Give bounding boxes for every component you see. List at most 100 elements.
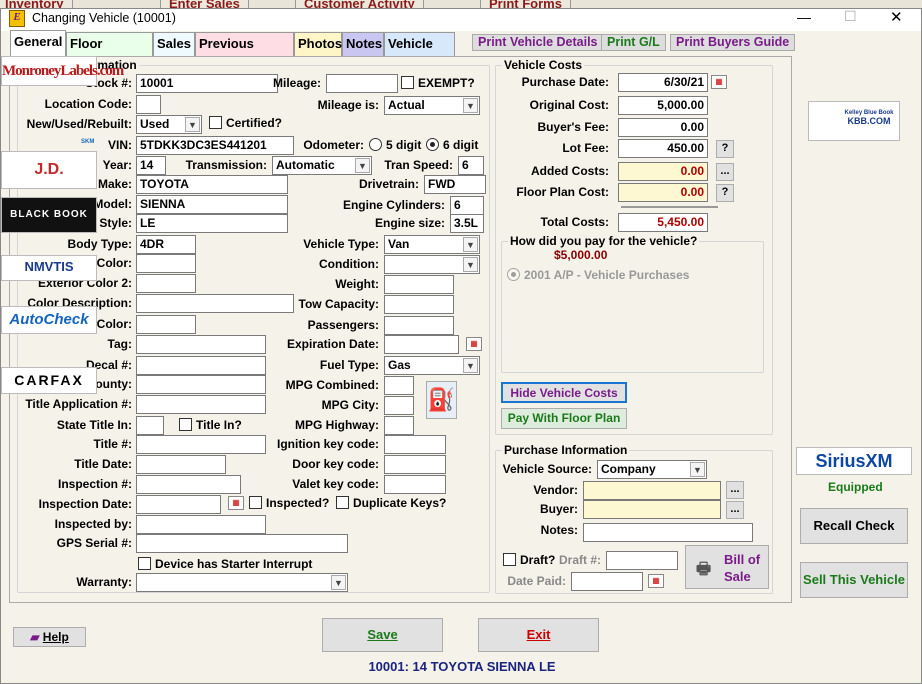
- chevron-down-icon[interactable]: ▼: [463, 358, 478, 373]
- total-field[interactable]: 5,450.00: [618, 213, 708, 232]
- vehicle-type-select[interactable]: Van ▼: [384, 235, 480, 254]
- print-button-0[interactable]: Print Vehicle Details: [472, 34, 604, 51]
- siriusxm-logo[interactable]: SiriusXM: [796, 447, 912, 475]
- checkbox-icon[interactable]: [138, 557, 151, 570]
- radio-icon[interactable]: [426, 138, 439, 151]
- checkbox-icon[interactable]: [336, 496, 349, 509]
- ext-color2-field[interactable]: [136, 274, 196, 293]
- tab-photos[interactable]: Photos: [294, 32, 342, 56]
- minimize-button[interactable]: —: [797, 9, 811, 25]
- int-color-field[interactable]: [136, 315, 196, 334]
- close-button[interactable]: ✕: [890, 8, 903, 26]
- insp-by-field[interactable]: [136, 515, 266, 534]
- chevron-down-icon[interactable]: ▼: [355, 158, 370, 173]
- autocheck-logo[interactable]: AutoCheck: [1, 306, 97, 334]
- original-field[interactable]: 5,000.00: [618, 96, 708, 115]
- title-no-field[interactable]: [136, 435, 266, 454]
- insp-date-field[interactable]: [136, 495, 221, 514]
- jd-power-logo[interactable]: J.D. POWER: [1, 151, 97, 214]
- calendar-icon[interactable]: ▦: [228, 496, 244, 510]
- fuel-select[interactable]: Gas ▼: [384, 356, 480, 375]
- odometer-checkbox[interactable]: 5 digit: [369, 136, 421, 154]
- bill-of-sale-button[interactable]: 🖶 Bill of Sale: [685, 545, 769, 589]
- chevron-down-icon[interactable]: ▼: [463, 98, 478, 113]
- tag-field[interactable]: [136, 335, 266, 354]
- chevron-down-icon[interactable]: ▼: [331, 575, 346, 590]
- calendar-icon[interactable]: ▦: [466, 337, 482, 351]
- engine-size-field[interactable]: 3.5L: [450, 214, 484, 233]
- vendor-field[interactable]: [583, 481, 721, 500]
- sell-this-vehicle-button[interactable]: Sell This Vehicle: [800, 562, 908, 598]
- hide-vehicle-costs-button[interactable]: Hide Vehicle Costs: [501, 382, 627, 403]
- warranty-select[interactable]: ▼: [136, 573, 348, 592]
- purchase-date-field[interactable]: 6/30/21: [618, 73, 708, 92]
- payment-option-radio[interactable]: 2001 A/P - Vehicle Purchases: [507, 266, 689, 284]
- lot-fee-help-button[interactable]: ?: [716, 140, 734, 158]
- tran-speed-field[interactable]: 6: [458, 156, 484, 175]
- added-costs-more-button[interactable]: ...: [716, 163, 734, 181]
- valet-key-field[interactable]: [384, 475, 446, 494]
- calendar-icon[interactable]: ▦: [648, 574, 664, 588]
- checkbox-icon[interactable]: [401, 76, 414, 89]
- tab-sales[interactable]: Sales: [153, 32, 195, 56]
- save-button[interactable]: Save: [322, 618, 443, 652]
- kbb-logo[interactable]: Kelley Blue Book KBB.COM: [808, 101, 900, 141]
- tab-vehicle-bill[interactable]: Vehicle Bill: [384, 32, 455, 73]
- exempt-checkbox[interactable]: EXEMPT?: [401, 74, 475, 92]
- chevron-down-icon[interactable]: ▼: [690, 462, 705, 477]
- tab-notes[interactable]: Notes: [342, 32, 384, 56]
- title-date-field[interactable]: [136, 455, 226, 474]
- exit-button[interactable]: Exit: [478, 618, 599, 652]
- checkbox-icon[interactable]: [249, 496, 262, 509]
- help-button[interactable]: ▰ Help: [13, 627, 86, 647]
- weight-field[interactable]: [384, 275, 454, 294]
- lot-fee-field[interactable]: 450.00: [618, 139, 708, 158]
- maximize-button[interactable]: ☐: [844, 8, 857, 25]
- draft-checkbox[interactable]: Draft?: [503, 551, 555, 569]
- nur-select[interactable]: Used ▼: [136, 115, 202, 134]
- notes-field[interactable]: [583, 523, 753, 542]
- calendar-icon[interactable]: ▦: [711, 75, 727, 89]
- model-field[interactable]: SIENNA: [136, 195, 288, 214]
- black-book-logo[interactable]: BLACK BOOK: [1, 197, 97, 233]
- year-field[interactable]: 14: [136, 156, 166, 175]
- style-field[interactable]: LE: [136, 214, 288, 233]
- stock-field[interactable]: 10001: [136, 74, 278, 93]
- dup-keys-checkbox[interactable]: Duplicate Keys?: [336, 494, 446, 512]
- condition-select[interactable]: ▼: [384, 255, 480, 274]
- gps-field[interactable]: [136, 534, 348, 553]
- ext-color-field[interactable]: [136, 254, 196, 273]
- added-field[interactable]: 0.00: [618, 162, 708, 181]
- print-button-1[interactable]: Print G/L: [601, 34, 666, 51]
- state-title-field[interactable]: [136, 416, 164, 435]
- location-field[interactable]: [136, 95, 161, 114]
- body-type-field[interactable]: 4DR: [136, 235, 196, 254]
- mileage-field[interactable]: [326, 74, 398, 93]
- chevron-down-icon[interactable]: ▼: [185, 117, 200, 132]
- tow-field[interactable]: [384, 295, 454, 314]
- odometer-checkbox[interactable]: 6 digit: [426, 136, 478, 154]
- radio-icon[interactable]: [369, 138, 382, 151]
- decal-field[interactable]: [136, 356, 266, 375]
- background-tab-enter-sales[interactable]: Enter Sales: [160, 0, 249, 8]
- vin-field[interactable]: 5TDKK3DC3ES441201: [136, 136, 294, 155]
- nmvtis-logo[interactable]: NMVTIS: [1, 255, 97, 281]
- chevron-down-icon[interactable]: ▼: [463, 237, 478, 252]
- ign-key-field[interactable]: [384, 435, 446, 454]
- carfax-logo[interactable]: CARFAX: [1, 367, 97, 394]
- door-key-field[interactable]: [384, 455, 446, 474]
- checkbox-icon[interactable]: [503, 553, 516, 566]
- source-select[interactable]: Company ▼: [597, 460, 707, 479]
- cylinders-field[interactable]: 6: [450, 196, 484, 215]
- floor-plan-field[interactable]: 0.00: [618, 183, 708, 202]
- mileage-is-select[interactable]: Actual ▼: [384, 96, 480, 115]
- buyer-field[interactable]: [583, 500, 721, 519]
- floor-plan-help-button[interactable]: ?: [716, 184, 734, 202]
- mpg-hwy-field[interactable]: [384, 416, 414, 435]
- monroney-labels-logo[interactable]: MonroneyLabels.com: [1, 56, 124, 86]
- tab-previous-owner[interactable]: Previous Owner: [195, 32, 294, 73]
- background-tab-inventory[interactable]: Inventory: [0, 0, 73, 8]
- buyer-fee-field[interactable]: 0.00: [618, 118, 708, 137]
- print-button-2[interactable]: Print Buyers Guide: [670, 34, 796, 51]
- mpg-city-field[interactable]: [384, 396, 414, 415]
